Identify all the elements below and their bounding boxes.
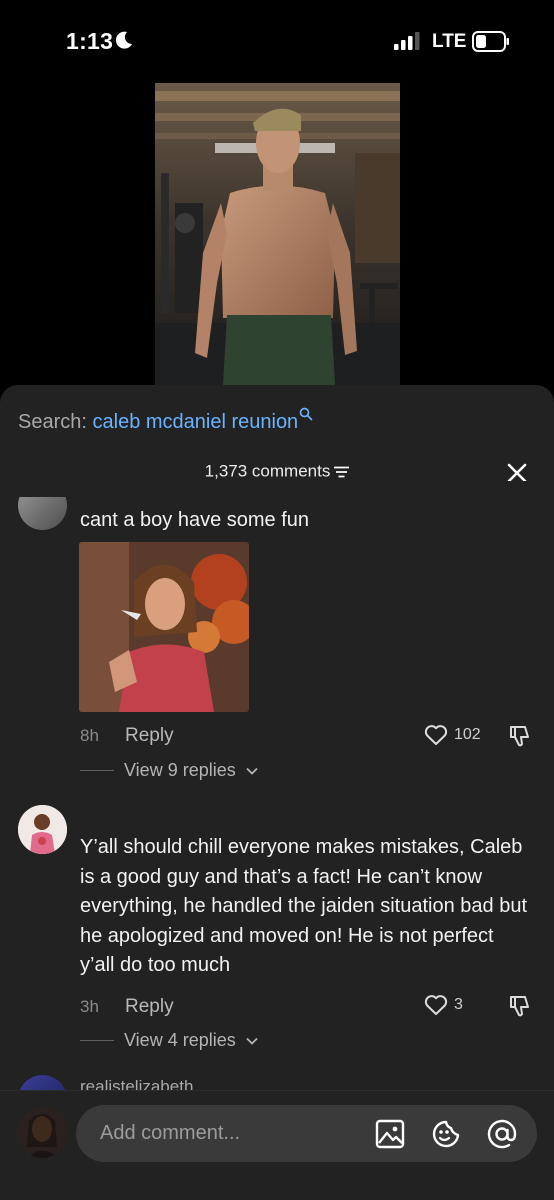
avatar-image: [18, 805, 67, 854]
my-avatar[interactable]: [17, 1107, 68, 1158]
image-icon[interactable]: [374, 1118, 406, 1150]
thread-line: [80, 1040, 114, 1041]
avatar-image: [17, 1107, 68, 1158]
video-player[interactable]: [155, 83, 400, 385]
view-replies-label: View 9 replies: [124, 760, 236, 780]
battery-icon: [472, 31, 509, 52]
reply-button[interactable]: Reply: [125, 996, 174, 1018]
like-count: 102: [454, 726, 481, 743]
comment-input[interactable]: [100, 1105, 360, 1162]
comments-count: 1,373 comments: [204, 461, 331, 481]
gif-image: [79, 542, 249, 712]
comments-header: 1,373 comments: [0, 461, 554, 482]
search-query-link[interactable]: caleb mcdaniel reunion: [93, 411, 299, 433]
chevron-down-icon: [246, 767, 258, 775]
status-bar: 1:13 LTE: [0, 0, 554, 82]
comment-age: 8h: [80, 726, 99, 745]
comments-sheet: Search: caleb mcdaniel reunion 1,373 com…: [0, 385, 554, 1200]
search-icon: [299, 407, 313, 421]
reply-button[interactable]: Reply: [125, 725, 174, 747]
sort-filter-icon[interactable]: [334, 466, 350, 478]
clock: 1:13: [66, 28, 114, 54]
thread-line: [80, 770, 114, 771]
comment-text: Y’all should chill everyone makes mistak…: [80, 836, 528, 976]
view-replies-button[interactable]: View 9 replies: [80, 760, 258, 781]
emoji-icon[interactable]: [430, 1118, 462, 1150]
mention-icon[interactable]: [486, 1118, 518, 1150]
moon-icon: [115, 31, 132, 49]
heart-icon: [424, 995, 448, 1015]
chevron-down-icon: [246, 1037, 258, 1045]
signal-icon: [394, 32, 420, 50]
video-frame-image: [155, 83, 400, 385]
network-label: LTE: [432, 31, 467, 52]
comment-text: cant a boy have some fun: [80, 509, 310, 531]
comment-input-pill[interactable]: [76, 1105, 537, 1162]
view-replies-label: View 4 replies: [124, 1030, 236, 1050]
like-count: 3: [454, 996, 463, 1013]
comment-age: 3h: [80, 997, 99, 1016]
comment-composer: [0, 1090, 554, 1200]
dislike-icon[interactable]: [508, 994, 532, 1018]
view-replies-button[interactable]: View 4 replies: [80, 1030, 258, 1051]
search-prefix: Search:: [18, 411, 87, 433]
like-button[interactable]: 3: [424, 994, 463, 1016]
heart-icon: [424, 725, 448, 745]
dislike-icon[interactable]: [508, 724, 532, 748]
like-button[interactable]: 102: [424, 724, 481, 746]
comment-gif[interactable]: [79, 542, 249, 712]
avatar[interactable]: [18, 805, 67, 854]
search-suggestion[interactable]: Search: caleb mcdaniel reunion: [18, 407, 313, 434]
